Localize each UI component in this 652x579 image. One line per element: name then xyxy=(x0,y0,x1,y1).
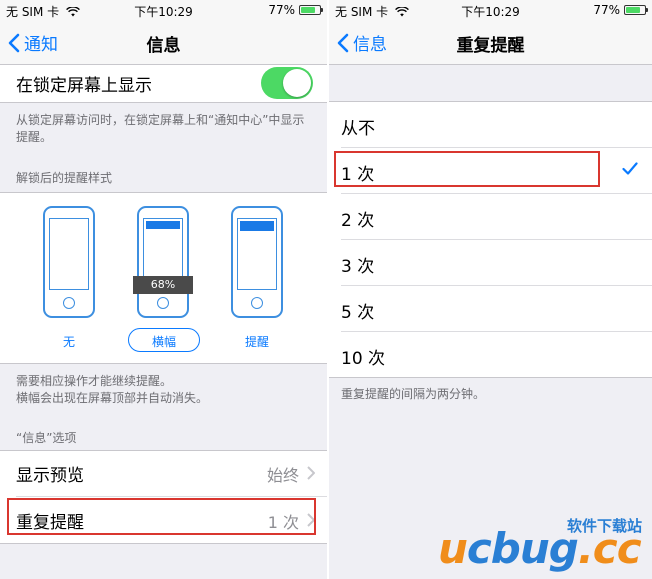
show-preview-value: 始终 xyxy=(266,466,299,485)
repeat-options-list: 从不 1 次 2 次 3 次 5 次 10 次 xyxy=(329,101,652,378)
switch-knob xyxy=(283,69,311,97)
show-preview-row[interactable]: 显示预览 始终 xyxy=(0,451,327,496)
alert-style-banner-label[interactable]: 横幅 xyxy=(134,333,194,350)
page-title: 重复提醒 xyxy=(456,36,525,56)
watermark-domain: .cc xyxy=(577,524,642,573)
lock-screen-row: 在锁定屏幕上显示 xyxy=(0,65,327,103)
alert-style-note-2: 横幅会出现在屏幕顶部并自动消失。 xyxy=(16,391,209,405)
page-title: 信息 xyxy=(146,36,181,56)
option-row-5[interactable]: 5 次 xyxy=(329,286,652,331)
option-label: 5 次 xyxy=(341,303,375,323)
progress-percent-tag: 68% xyxy=(133,276,193,294)
watermark-u: u xyxy=(438,524,468,573)
home-button-icon xyxy=(63,297,75,309)
option-label: 从不 xyxy=(341,119,375,139)
repeat-interval-note: 重复提醒的间隔为两分钟。 xyxy=(341,387,486,401)
lock-screen-label: 在锁定屏幕上显示 xyxy=(16,76,152,96)
site-watermark: 软件下载站 ucbug.cc xyxy=(438,509,648,579)
battery-icon xyxy=(299,5,323,15)
battery-icon xyxy=(624,5,648,15)
show-preview-label: 显示预览 xyxy=(16,466,84,486)
alert-style-alert-phone[interactable] xyxy=(231,206,283,318)
option-row-2[interactable]: 2 次 xyxy=(329,194,652,239)
option-label: 3 次 xyxy=(341,257,375,277)
repeat-alerts-highlight xyxy=(7,498,316,535)
right-screen: 无 SIM 卡 下午10:29 77% 信息 重复提醒 从不 1 次 2 次 3… xyxy=(329,0,652,579)
banner-preview xyxy=(146,221,180,229)
option-label: 2 次 xyxy=(341,211,375,231)
alert-preview xyxy=(240,221,274,231)
left-screen: 无 SIM 卡 下午10:29 77% 通知 信息 在锁定屏幕上显示 从锁定屏幕… xyxy=(0,0,327,579)
options-header: “信息”选项 xyxy=(16,431,77,445)
alert-style-banner-phone[interactable] xyxy=(137,206,189,318)
option-row-never[interactable]: 从不 xyxy=(329,102,652,147)
selected-option-highlight xyxy=(334,151,600,187)
phone-screen xyxy=(49,218,89,290)
nav-bar: 信息 重复提醒 xyxy=(329,20,652,65)
watermark-rest: cbug xyxy=(466,524,579,573)
alert-style-header: 解锁后的提醒样式 xyxy=(16,171,113,185)
chevron-right-icon xyxy=(307,466,315,480)
checkmark-icon xyxy=(622,162,638,175)
lock-screen-switch[interactable] xyxy=(261,67,313,99)
phone-screen xyxy=(237,218,277,290)
watermark-logo: ucbug.cc xyxy=(438,524,642,573)
home-button-icon xyxy=(157,297,169,309)
home-button-icon xyxy=(251,297,263,309)
status-bar: 无 SIM 卡 下午10:29 77% xyxy=(329,0,652,20)
alert-style-alert-label[interactable]: 提醒 xyxy=(227,333,287,350)
battery-indicator: 77% xyxy=(593,3,648,17)
alert-style-none-phone[interactable] xyxy=(43,206,95,318)
battery-percent: 77% xyxy=(268,3,295,17)
status-bar: 无 SIM 卡 下午10:29 77% xyxy=(0,0,327,20)
option-row-3[interactable]: 3 次 xyxy=(329,240,652,285)
lock-screen-note: 从锁定屏幕访问时，在锁定屏幕上和“通知中心”中显示提醒。 xyxy=(16,113,305,144)
battery-indicator: 77% xyxy=(268,3,323,17)
option-row-10[interactable]: 10 次 xyxy=(329,332,652,377)
nav-bar: 通知 信息 xyxy=(0,20,327,65)
option-label: 10 次 xyxy=(341,349,386,369)
alert-style-none-label[interactable]: 无 xyxy=(39,333,99,350)
alert-style-note-1: 需要相应操作才能继续提醒。 xyxy=(16,374,173,388)
alert-style-panel: 68% 无 横幅 提醒 xyxy=(0,192,327,364)
battery-percent: 77% xyxy=(593,3,620,17)
